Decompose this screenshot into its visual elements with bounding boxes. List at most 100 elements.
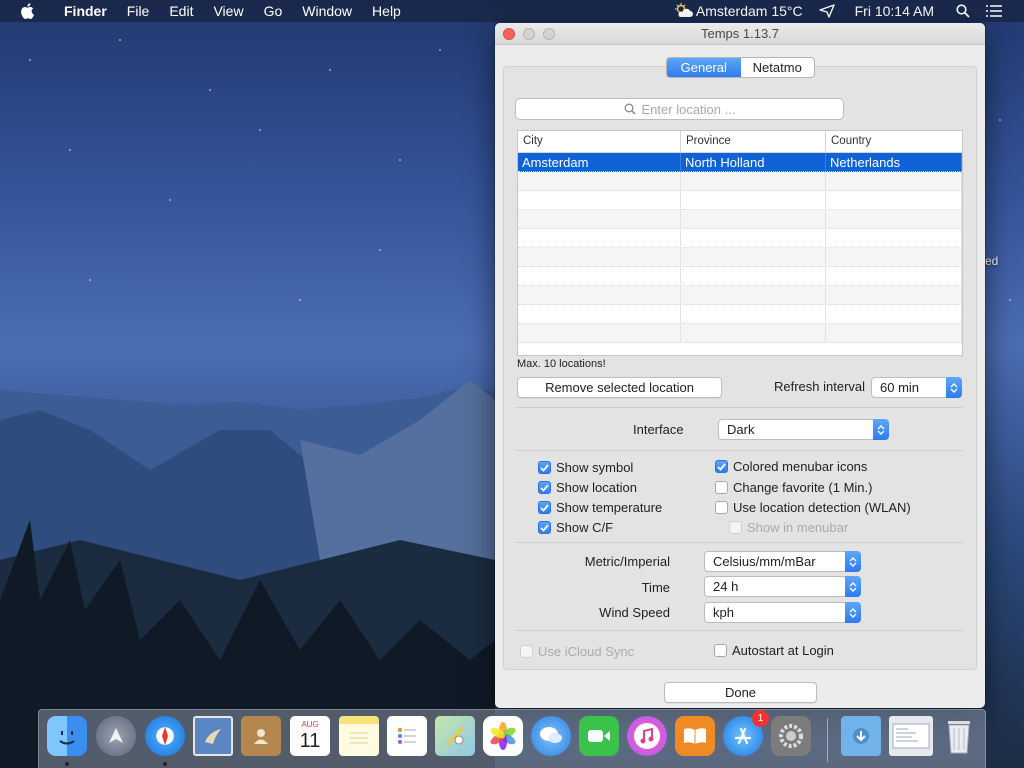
temps-preferences-window: Temps 1.13.7 General Netatmo Enter locat… bbox=[495, 23, 985, 708]
refresh-interval-value: 60 min bbox=[880, 380, 920, 395]
refresh-interval-popup[interactable]: 60 min bbox=[871, 377, 962, 398]
search-placeholder: Enter location ... bbox=[641, 101, 736, 117]
table-row-empty[interactable] bbox=[518, 210, 962, 229]
window-title: Temps 1.13.7 bbox=[700, 26, 780, 41]
documents-stack-icon[interactable] bbox=[889, 716, 933, 756]
desktop-icon-label-fragment[interactable]: ed bbox=[985, 254, 998, 268]
menu-file[interactable]: File bbox=[117, 3, 160, 19]
show-cf-checkbox[interactable]: Show C/F bbox=[538, 520, 613, 535]
column-header-city[interactable]: City bbox=[518, 131, 681, 152]
location-detection-checkbox[interactable]: Use location detection (WLAN) bbox=[715, 500, 911, 515]
running-indicator bbox=[163, 762, 167, 766]
ibooks-icon[interactable] bbox=[675, 716, 715, 756]
apple-icon[interactable] bbox=[20, 3, 42, 19]
checkbox-disabled-icon bbox=[520, 645, 533, 658]
wind-speed-value: kph bbox=[713, 605, 734, 620]
table-row[interactable]: Amsterdam North Holland Netherlands bbox=[518, 153, 962, 172]
wind-speed-label: Wind Speed bbox=[599, 605, 670, 620]
remove-location-button[interactable]: Remove selected location bbox=[517, 377, 722, 398]
time-format-popup[interactable]: 24 h bbox=[704, 576, 861, 597]
app-store-icon[interactable]: 1 bbox=[723, 710, 769, 756]
facetime-icon[interactable] bbox=[579, 716, 619, 756]
show-symbol-checkbox[interactable]: Show symbol bbox=[538, 460, 633, 475]
launchpad-icon[interactable] bbox=[96, 716, 136, 756]
table-header: City Province Country bbox=[518, 131, 962, 153]
checkbox-label: Autostart at Login bbox=[732, 643, 834, 658]
notes-icon[interactable] bbox=[339, 716, 379, 756]
itunes-icon[interactable] bbox=[627, 716, 667, 756]
table-row-empty[interactable] bbox=[518, 229, 962, 248]
popup-arrows-icon bbox=[845, 551, 861, 572]
table-row-empty[interactable] bbox=[518, 305, 962, 324]
maps-icon[interactable] bbox=[435, 716, 475, 756]
menu-go[interactable]: Go bbox=[254, 3, 293, 19]
interface-label: Interface bbox=[633, 422, 684, 437]
photos-icon[interactable] bbox=[483, 716, 523, 756]
popup-arrows-icon bbox=[845, 602, 861, 623]
table-row-empty[interactable] bbox=[518, 191, 962, 210]
mail-icon[interactable] bbox=[193, 716, 233, 756]
checkbox-label: Show location bbox=[556, 480, 637, 495]
table-row-empty[interactable] bbox=[518, 172, 962, 191]
zoom-window-button[interactable] bbox=[543, 28, 555, 40]
column-header-province[interactable]: Province bbox=[681, 131, 826, 152]
safari-icon[interactable] bbox=[145, 716, 185, 756]
close-window-button[interactable] bbox=[503, 28, 515, 40]
change-favorite-checkbox[interactable]: Change favorite (1 Min.) bbox=[715, 480, 872, 495]
finder-icon[interactable] bbox=[47, 716, 87, 756]
app-store-badge: 1 bbox=[752, 710, 769, 727]
colored-menubar-icons-checkbox[interactable]: Colored menubar icons bbox=[715, 459, 867, 474]
tab-general[interactable]: General bbox=[667, 58, 741, 77]
show-location-checkbox[interactable]: Show location bbox=[538, 480, 637, 495]
separator bbox=[515, 407, 963, 408]
weather-status-text: Amsterdam 15°C bbox=[695, 3, 803, 19]
icloud-sync-checkbox: Use iCloud Sync bbox=[520, 644, 634, 659]
checkbox-label: Show symbol bbox=[556, 460, 634, 475]
show-temperature-checkbox[interactable]: Show temperature bbox=[538, 500, 662, 515]
reminders-icon[interactable] bbox=[387, 716, 427, 756]
weather-status-item[interactable]: Amsterdam 15°C bbox=[666, 3, 811, 19]
autostart-checkbox[interactable]: Autostart at Login bbox=[714, 643, 834, 658]
show-in-menubar-checkbox: Show in menubar bbox=[729, 520, 848, 535]
checkbox-disabled-icon bbox=[729, 521, 742, 534]
table-row-empty[interactable] bbox=[518, 324, 962, 343]
dock-separator bbox=[827, 718, 828, 762]
menu-edit[interactable]: Edit bbox=[159, 3, 203, 19]
trash-icon[interactable] bbox=[939, 716, 979, 756]
clock[interactable]: Fri 10:14 AM bbox=[843, 3, 948, 19]
location-search-field[interactable]: Enter location ... bbox=[515, 98, 844, 120]
menu-app-name[interactable]: Finder bbox=[54, 3, 117, 19]
checkbox-checked-icon bbox=[538, 481, 551, 494]
table-row-empty[interactable] bbox=[518, 286, 962, 305]
popup-arrows-icon bbox=[873, 419, 889, 440]
table-row-empty[interactable] bbox=[518, 248, 962, 267]
checkbox-unchecked-icon bbox=[715, 481, 728, 494]
wind-speed-popup[interactable]: kph bbox=[704, 602, 861, 623]
metric-imperial-value: Celsius/mm/mBar bbox=[713, 554, 816, 569]
system-preferences-icon[interactable] bbox=[771, 716, 811, 756]
list-icon[interactable] bbox=[978, 5, 1024, 17]
search-icon[interactable] bbox=[948, 4, 978, 18]
table-row-empty[interactable] bbox=[518, 267, 962, 286]
messages-icon[interactable] bbox=[531, 716, 571, 756]
downloads-folder-icon[interactable] bbox=[841, 716, 881, 756]
window-titlebar[interactable]: Temps 1.13.7 bbox=[495, 23, 985, 45]
menu-window[interactable]: Window bbox=[292, 3, 362, 19]
popup-arrows-icon bbox=[946, 377, 962, 398]
menu-view[interactable]: View bbox=[203, 3, 253, 19]
weather-sun-cloud-icon bbox=[674, 3, 693, 17]
contacts-icon[interactable] bbox=[241, 716, 281, 756]
location-arrow-icon[interactable] bbox=[811, 4, 843, 18]
menu-help[interactable]: Help bbox=[362, 3, 411, 19]
done-button[interactable]: Done bbox=[664, 682, 817, 703]
minimize-window-button[interactable] bbox=[523, 28, 535, 40]
tab-netatmo[interactable]: Netatmo bbox=[741, 58, 815, 77]
interface-popup[interactable]: Dark bbox=[718, 419, 889, 440]
separator bbox=[515, 542, 963, 543]
cell-country: Netherlands bbox=[826, 153, 962, 171]
calendar-icon[interactable]: AUG 11 bbox=[290, 716, 330, 756]
metric-imperial-popup[interactable]: Celsius/mm/mBar bbox=[704, 551, 861, 572]
column-header-country[interactable]: Country bbox=[826, 131, 962, 152]
checkbox-unchecked-icon bbox=[714, 644, 727, 657]
time-label: Time bbox=[641, 580, 670, 595]
